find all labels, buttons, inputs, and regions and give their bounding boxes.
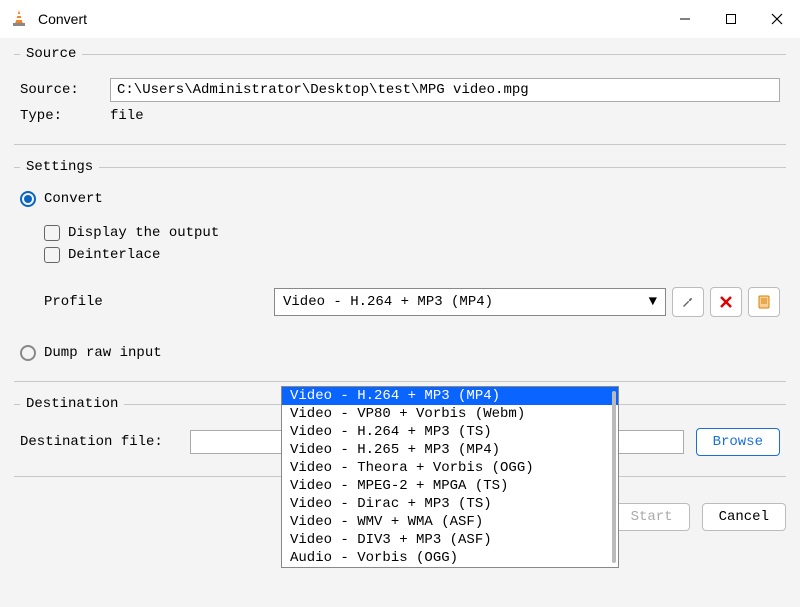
vlc-icon	[10, 9, 28, 30]
wrench-icon	[680, 294, 696, 310]
page-icon	[757, 295, 771, 309]
settings-group: Settings Convert Display the output Dein…	[14, 159, 786, 382]
profile-option[interactable]: Video - VP80 + Vorbis (Webm)	[282, 405, 618, 423]
profile-option[interactable]: Audio - Vorbis (OGG)	[282, 549, 618, 567]
profile-option[interactable]: Video - H.264 + MP3 (MP4)	[282, 387, 618, 405]
profile-dropdown-list[interactable]: Video - H.264 + MP3 (MP4) Video - VP80 +…	[281, 386, 619, 568]
window-title: Convert	[38, 11, 87, 27]
dropdown-scrollbar[interactable]	[612, 391, 616, 563]
dump-label: Dump raw input	[44, 345, 162, 361]
deinterlace-label: Deinterlace	[68, 247, 160, 263]
profile-option[interactable]: Video - Theora + Vorbis (OGG)	[282, 459, 618, 477]
source-group: Source Source: Type: file	[14, 46, 786, 145]
destination-legend: Destination	[20, 396, 124, 412]
titlebar: Convert	[0, 0, 800, 38]
convert-radio[interactable]	[20, 191, 36, 207]
new-profile-button[interactable]	[748, 287, 780, 317]
source-legend: Source	[20, 46, 82, 62]
type-label: Type:	[20, 108, 110, 124]
browse-button[interactable]: Browse	[696, 428, 780, 456]
profile-combobox[interactable]: Video - H.264 + MP3 (MP4) ▼	[274, 288, 666, 316]
maximize-button[interactable]	[708, 0, 754, 38]
dump-radio[interactable]	[20, 345, 36, 361]
display-output-label: Display the output	[68, 225, 219, 241]
profile-option[interactable]: Video - H.264 + MP3 (TS)	[282, 423, 618, 441]
settings-legend: Settings	[20, 159, 99, 175]
profile-label: Profile	[44, 294, 274, 310]
profile-value: Video - H.264 + MP3 (MP4)	[283, 294, 493, 310]
close-button[interactable]	[754, 0, 800, 38]
chevron-down-icon: ▼	[649, 294, 657, 310]
edit-profile-button[interactable]	[672, 287, 704, 317]
profile-option[interactable]: Video - WMV + WMA (ASF)	[282, 513, 618, 531]
minimize-button[interactable]	[662, 0, 708, 38]
type-value: file	[110, 108, 144, 124]
deinterlace-checkbox[interactable]	[44, 247, 60, 263]
profile-option[interactable]: Video - MPEG-2 + MPGA (TS)	[282, 477, 618, 495]
convert-label: Convert	[44, 191, 103, 207]
display-output-checkbox[interactable]	[44, 225, 60, 241]
x-icon	[719, 295, 733, 309]
cancel-button[interactable]: Cancel	[702, 503, 786, 531]
profile-option[interactable]: Video - Dirac + MP3 (TS)	[282, 495, 618, 513]
profile-option[interactable]: Video - DIV3 + MP3 (ASF)	[282, 531, 618, 549]
source-path-input[interactable]	[110, 78, 780, 102]
delete-profile-button[interactable]	[710, 287, 742, 317]
destination-file-label: Destination file:	[20, 434, 190, 450]
start-button[interactable]: Start	[614, 503, 690, 531]
source-label: Source:	[20, 82, 110, 98]
profile-option[interactable]: Video - H.265 + MP3 (MP4)	[282, 441, 618, 459]
